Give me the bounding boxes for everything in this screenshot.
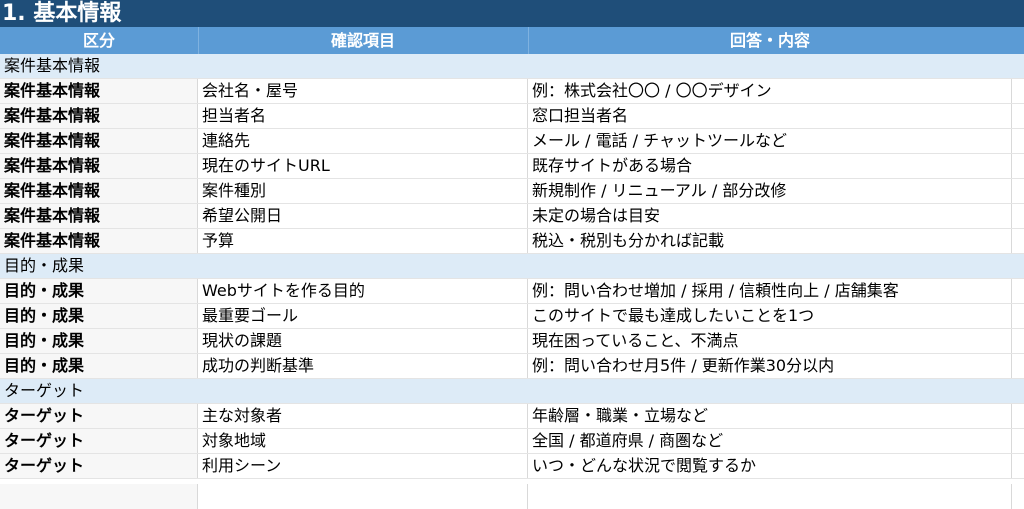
table-row: 目的・成果 最重要ゴール このサイトで最も達成したいことを1つ (0, 304, 1024, 329)
answer-cell[interactable]: 未定の場合は目安 (528, 204, 1012, 228)
table-row: 案件基本情報 連絡先 メール / 電話 / チャットツールなど (0, 129, 1024, 154)
table-row: 案件基本情報 現在のサイトURL 既存サイトがある場合 (0, 154, 1024, 179)
table-row: 目的・成果 現状の課題 現在困っていること、不満点 (0, 329, 1024, 354)
empty-cell[interactable] (198, 484, 528, 509)
item-cell[interactable]: 案件種別 (198, 179, 528, 203)
category-cell[interactable]: 目的・成果 (0, 329, 198, 353)
section-row: 目的・成果 (0, 254, 1024, 279)
answer-cell[interactable]: 現在困っていること、不満点 (528, 329, 1012, 353)
table-row: 案件基本情報 案件種別 新規制作 / リニューアル / 部分改修 (0, 179, 1024, 204)
item-cell[interactable]: 対象地域 (198, 429, 528, 453)
item-cell[interactable]: 会社名・屋号 (198, 79, 528, 103)
item-cell[interactable]: 成功の判断基準 (198, 354, 528, 378)
empty-cell[interactable] (528, 484, 1012, 509)
answer-cell[interactable]: 窓口担当者名 (528, 104, 1012, 128)
table-row: ターゲット 主な対象者 年齢層・職業・立場など (0, 404, 1024, 429)
item-cell[interactable]: 利用シーン (198, 454, 528, 478)
category-cell[interactable]: 目的・成果 (0, 279, 198, 303)
category-cell[interactable]: 目的・成果 (0, 304, 198, 328)
header-item[interactable]: 確認項目 (198, 27, 528, 54)
item-cell[interactable]: 最重要ゴール (198, 304, 528, 328)
answer-cell[interactable]: 年齢層・職業・立場など (528, 404, 1012, 428)
table-row: 目的・成果 成功の判断基準 例：問い合わせ月5件 / 更新作業30分以内 (0, 354, 1024, 379)
item-cell[interactable]: 担当者名 (198, 104, 528, 128)
empty-row (0, 484, 1024, 509)
answer-cell[interactable]: いつ・どんな状況で閲覧するか (528, 454, 1012, 478)
answer-cell[interactable]: 全国 / 都道府県 / 商圏など (528, 429, 1012, 453)
section-label-cell[interactable]: ターゲット (0, 379, 1024, 403)
category-cell[interactable]: 案件基本情報 (0, 179, 198, 203)
answer-cell[interactable]: このサイトで最も達成したいことを1つ (528, 304, 1012, 328)
item-cell[interactable]: 主な対象者 (198, 404, 528, 428)
category-cell[interactable]: ターゲット (0, 404, 198, 428)
empty-cell[interactable] (0, 484, 198, 509)
item-cell[interactable]: Webサイトを作る目的 (198, 279, 528, 303)
category-cell[interactable]: 目的・成果 (0, 354, 198, 378)
category-cell[interactable]: 案件基本情報 (0, 154, 198, 178)
answer-cell[interactable]: 税込・税別も分かれば記載 (528, 229, 1012, 253)
answer-cell[interactable]: メール / 電話 / チャットツールなど (528, 129, 1012, 153)
answer-cell[interactable]: 例：問い合わせ増加 / 採用 / 信頼性向上 / 店舗集客 (528, 279, 1012, 303)
table-body: 案件基本情報 案件基本情報 会社名・屋号 例：株式会社〇〇 / 〇〇デザイン 案件基本情… (0, 54, 1024, 479)
table-row: 案件基本情報 担当者名 窓口担当者名 (0, 104, 1024, 129)
spreadsheet: 1. 基本情報 区分 確認項目 回答・内容 案件基本情報 案件基本情報 会社名・屋号… (0, 0, 1024, 509)
category-cell[interactable]: ターゲット (0, 429, 198, 453)
answer-cell[interactable]: 既存サイトがある場合 (528, 154, 1012, 178)
item-cell[interactable]: 現在のサイトURL (198, 154, 528, 178)
category-cell[interactable]: 案件基本情報 (0, 129, 198, 153)
section-row: 案件基本情報 (0, 54, 1024, 79)
item-cell[interactable]: 連絡先 (198, 129, 528, 153)
header-category[interactable]: 区分 (0, 27, 198, 54)
header-row: 区分 確認項目 回答・内容 (0, 27, 1024, 54)
table-row: ターゲット 利用シーン いつ・どんな状況で閲覧するか (0, 454, 1024, 479)
section-label-cell[interactable]: 案件基本情報 (0, 54, 1024, 78)
item-cell[interactable]: 予算 (198, 229, 528, 253)
category-cell[interactable]: ターゲット (0, 454, 198, 478)
answer-cell[interactable]: 例：株式会社〇〇 / 〇〇デザイン (528, 79, 1012, 103)
table-row: ターゲット 対象地域 全国 / 都道府県 / 商圏など (0, 429, 1024, 454)
table-row: 案件基本情報 会社名・屋号 例：株式会社〇〇 / 〇〇デザイン (0, 79, 1024, 104)
category-cell[interactable]: 案件基本情報 (0, 104, 198, 128)
header-answer[interactable]: 回答・内容 (528, 27, 1012, 54)
item-cell[interactable]: 現状の課題 (198, 329, 528, 353)
answer-cell[interactable]: 例：問い合わせ月5件 / 更新作業30分以内 (528, 354, 1012, 378)
table-row: 案件基本情報 予算 税込・税別も分かれば記載 (0, 229, 1024, 254)
section-row: ターゲット (0, 379, 1024, 404)
category-cell[interactable]: 案件基本情報 (0, 79, 198, 103)
sheet-title[interactable]: 1. 基本情報 (0, 0, 1024, 27)
item-cell[interactable]: 希望公開日 (198, 204, 528, 228)
category-cell[interactable]: 案件基本情報 (0, 229, 198, 253)
category-cell[interactable]: 案件基本情報 (0, 204, 198, 228)
table-row: 案件基本情報 希望公開日 未定の場合は目安 (0, 204, 1024, 229)
table-row: 目的・成果 Webサイトを作る目的 例：問い合わせ増加 / 採用 / 信頼性向上 /… (0, 279, 1024, 304)
section-label-cell[interactable]: 目的・成果 (0, 254, 1024, 278)
answer-cell[interactable]: 新規制作 / リニューアル / 部分改修 (528, 179, 1012, 203)
